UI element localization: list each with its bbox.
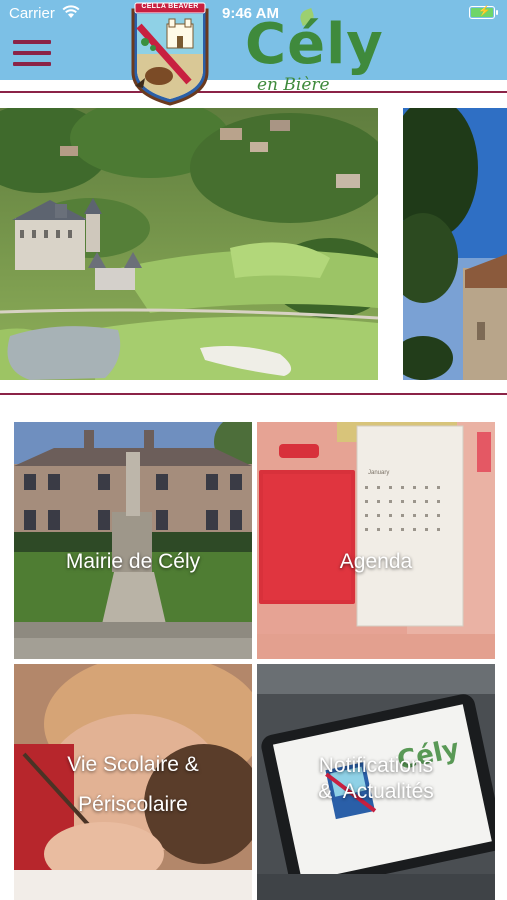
tile-mairie-label: Mairie de Cély [65, 550, 201, 573]
wifi-icon [62, 5, 80, 18]
tile-vie-scolaire-label-1: Vie Scolaire & [67, 753, 199, 776]
app-subtitle: en Bière [257, 75, 330, 95]
header-bar: Carrier 9:46 AM ⚡ Cély [0, 0, 507, 80]
tile-mairie[interactable]: Mairie de Cély [14, 422, 252, 659]
calendar-month-text: January [368, 470, 390, 476]
church-tree-photo [403, 108, 507, 380]
aerial-chateau-golf-photo [0, 108, 378, 380]
tile-notifications[interactable]: Cély Notifications & Actualités [257, 664, 495, 900]
app-screen: Carrier 9:46 AM ⚡ Cély en Bière CELLA BE… [0, 0, 507, 900]
tile-notifications-label-1: Notifications [318, 754, 434, 777]
header-divider [0, 91, 507, 93]
carousel-slide-church[interactable] [403, 108, 507, 380]
town-crest-logo [131, 2, 209, 106]
calendar-desk-photo [257, 422, 495, 659]
child-drawing-photo [14, 664, 252, 900]
tile-vie-scolaire-label-2: Périscolaire [78, 793, 188, 816]
battery-charging-icon: ⚡ [469, 6, 498, 19]
crest-banner-text: CELLA BEAVER [141, 3, 199, 10]
carousel-divider [0, 393, 507, 395]
tile-agenda[interactable]: January Agenda [257, 422, 495, 659]
carousel-slide-aerial[interactable] [0, 108, 378, 380]
carrier-label: Carrier [9, 5, 55, 22]
town-hall-photo [14, 422, 252, 659]
tile-agenda-label: Agenda [339, 550, 413, 573]
app-title: Cély [245, 12, 384, 77]
hamburger-menu-icon[interactable] [13, 40, 51, 67]
tile-vie-scolaire[interactable]: Vie Scolaire & Périscolaire [14, 664, 252, 900]
tile-notifications-label-2: & Actualités [318, 780, 434, 803]
